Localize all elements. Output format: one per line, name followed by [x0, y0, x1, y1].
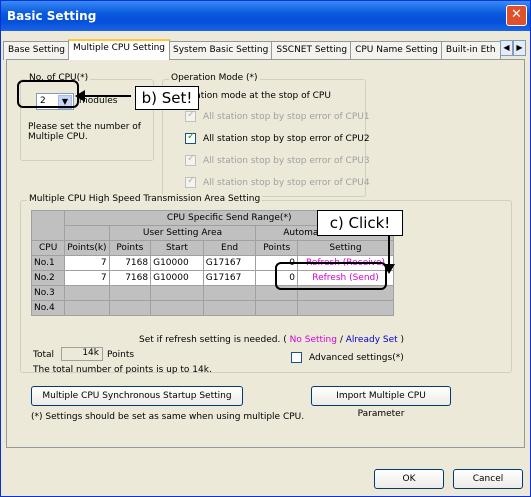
cell-end — [202, 300, 257, 316]
legend-slash: / — [339, 335, 343, 345]
cell-points-k[interactable]: 7 — [64, 270, 110, 286]
tab-cpu-name-setting[interactable]: CPU Name Setting — [350, 41, 443, 60]
row-cpu: No.2 — [30, 270, 66, 286]
click-callout: c) Click! — [317, 210, 403, 236]
col-auto-points: Points — [255, 240, 298, 256]
stop-cpu3-label: All station stop by stop error of CPU3 — [203, 156, 370, 166]
total-note: The total number of points is up to 14k. — [33, 365, 212, 375]
ok-button[interactable]: OK — [374, 469, 444, 489]
advanced-settings-label: Advanced settings(*) — [309, 353, 404, 363]
stop-cpu4-checkbox[interactable] — [185, 175, 196, 188]
click-highlight-box — [275, 262, 387, 290]
tab-system-basic-setting[interactable]: System Basic Setting — [168, 41, 274, 60]
dialog-footer: OK Cancel — [1, 448, 530, 496]
total-label: Total — [33, 350, 55, 360]
cell-start: G10000 — [150, 255, 204, 271]
tab-built-in-ethernet[interactable]: Built-in Eth — [440, 41, 501, 60]
window-title: Basic Setting — [7, 9, 97, 23]
cell-points: 7168 — [108, 270, 152, 286]
stop-cpu3-checkbox[interactable] — [185, 153, 196, 166]
row-cpu: No.1 — [30, 255, 66, 271]
advanced-settings-checkbox[interactable] — [291, 352, 302, 363]
stop-cpu2-label: All station stop by stop error of CPU2 — [203, 134, 370, 144]
tab-scroll-right-button[interactable]: ▶ — [513, 40, 526, 56]
tab-base-setting[interactable]: Base Setting — [3, 41, 71, 60]
cell-end: G17167 — [202, 255, 257, 271]
row-cpu: No.3 — [30, 285, 66, 301]
basic-setting-window: Basic Setting ✕ Base Setting Multiple CPU… — [0, 0, 531, 497]
sync-startup-setting-button[interactable]: Multiple CPU Synchronous Startup Setting — [31, 386, 243, 406]
tab-strip: Base Setting Multiple CPU Setting System B… — [3, 39, 528, 60]
footnote: (*) Settings should be set as same when … — [31, 412, 305, 422]
stop-cpu1-label: All station stop by stop error of CPU1 — [203, 112, 370, 122]
cell-start: G10000 — [150, 270, 204, 286]
set-arrow-icon — [75, 90, 131, 102]
col-cpu: CPU — [30, 240, 66, 256]
refresh-note-text: Set if refresh setting is needed. ( — [139, 335, 287, 345]
col-points: Points — [108, 240, 152, 256]
tab-sscnet-setting[interactable]: SSCNET Setting — [271, 41, 353, 60]
transmission-area-group: Multiple CPU High Speed Transmission Are… — [20, 194, 512, 375]
tab-scroll-left-button[interactable]: ◀ — [500, 40, 513, 56]
stop-cpu2-checkbox[interactable] — [185, 131, 196, 144]
no-of-cpu-hint-line1: Please set the number of — [28, 122, 141, 132]
no-setting-legend: No Setting — [289, 335, 337, 345]
col-points-k: Points(k) — [64, 240, 110, 256]
set-highlight-box — [17, 80, 79, 108]
stop-cpu4-label: All station stop by stop error of CPU4 — [203, 178, 370, 188]
col-start: Start — [150, 240, 204, 256]
cell-points — [108, 285, 152, 301]
table-corner — [30, 210, 66, 241]
operation-mode-legend: Operation Mode (*) — [169, 73, 260, 83]
cell-points-k — [64, 300, 110, 316]
cell-points — [108, 300, 152, 316]
cell-end — [202, 285, 257, 301]
cell-points-k — [64, 285, 110, 301]
import-cpu-parameter-button[interactable]: Import Multiple CPU Parameter — [311, 386, 451, 419]
refresh-note: Set if refresh setting is needed. ( No S… — [139, 335, 404, 345]
legend-close-paren: ) — [400, 335, 405, 345]
title-bar[interactable]: Basic Setting ✕ — [1, 1, 530, 31]
no-of-cpu-hint-line2: Multiple CPU. — [28, 132, 88, 142]
cell-points-k[interactable]: 7 — [64, 255, 110, 271]
tab-scroll: ◀ ▶ — [500, 40, 526, 56]
table-row: No.4 — [30, 300, 394, 316]
total-unit: Points — [107, 350, 135, 360]
multiple-cpu-setting-panel: No. of CPU(*) 2 ▼ modules Please set the… — [6, 59, 525, 448]
row-cpu: No.4 — [30, 300, 66, 316]
already-set-legend: Already Set — [345, 335, 398, 345]
close-button[interactable]: ✕ — [506, 5, 527, 26]
stop-cpu1-checkbox[interactable] — [185, 109, 196, 122]
total-value: 14k — [61, 347, 103, 361]
tab-multiple-cpu-setting[interactable]: Multiple CPU Setting — [68, 39, 171, 60]
set-callout: b) Set! — [135, 86, 199, 110]
col-end: End — [202, 240, 257, 256]
cell-end: G17167 — [202, 270, 257, 286]
table-corner-points — [64, 225, 110, 241]
header-user-setting-area: User Setting Area — [108, 225, 257, 241]
transmission-area-legend: Multiple CPU High Speed Transmission Are… — [27, 194, 263, 204]
cancel-button[interactable]: Cancel — [453, 469, 523, 489]
cell-points: 7168 — [108, 255, 152, 271]
cell-start — [150, 300, 204, 316]
cell-auto-points — [255, 300, 298, 316]
cell-setting — [297, 300, 394, 316]
cell-start — [150, 285, 204, 301]
